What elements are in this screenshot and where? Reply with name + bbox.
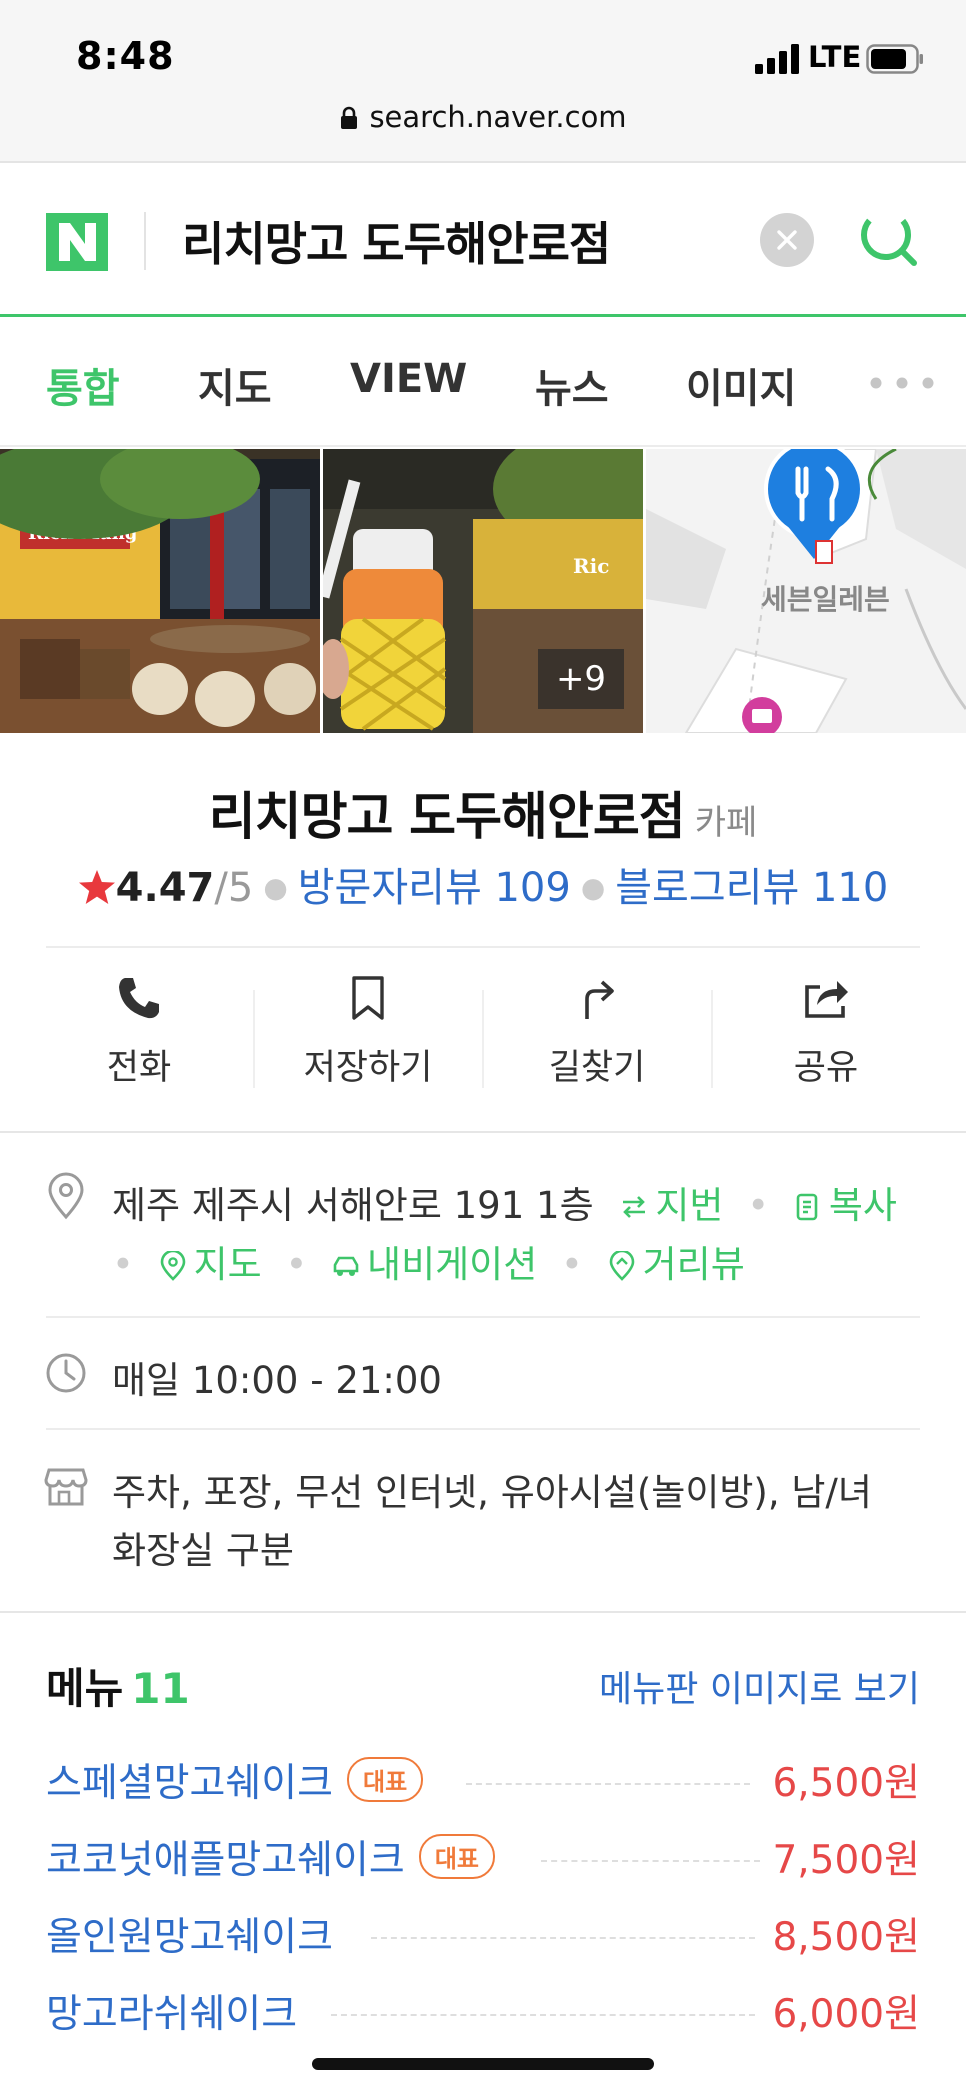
search-icon[interactable] bbox=[856, 205, 922, 271]
call-label: 전화 bbox=[106, 1048, 172, 1088]
map-link[interactable]: 지도 bbox=[146, 1243, 274, 1286]
business-hours[interactable]: 매일 10:00 - 21:00 bbox=[112, 1350, 442, 1404]
rating-row: 4.47/5 ● 방문자리뷰 109 ● 블로그리뷰 110 bbox=[0, 855, 966, 913]
map-thumbnail[interactable]: 세븐일레븐 bbox=[646, 449, 966, 733]
bookmark-icon bbox=[352, 976, 384, 1020]
sign-text-2: Ric bbox=[573, 554, 609, 578]
search-tabs bbox=[0, 319, 966, 447]
call-button[interactable]: 전화 bbox=[25, 975, 253, 1090]
more-tabs-icon[interactable] bbox=[868, 373, 938, 393]
menu-item-name: 코코넛애플망고쉐이크 bbox=[46, 1838, 405, 1883]
menu-item-price: 8,500원 bbox=[772, 1915, 920, 1960]
battery-icon bbox=[866, 44, 923, 74]
street-view-icon bbox=[609, 1251, 634, 1281]
photo-strip: Rich Mang Ric bbox=[0, 449, 966, 733]
street-view-link[interactable]: 거리뷰 bbox=[595, 1243, 745, 1286]
map-pin bbox=[764, 449, 864, 539]
naver-logo-icon[interactable] bbox=[46, 213, 108, 271]
place-category: 카페 bbox=[694, 803, 758, 843]
tab-map[interactable]: 지도 bbox=[198, 356, 272, 414]
save-button[interactable]: 저장하기 bbox=[254, 975, 482, 1090]
url-bar[interactable]: search.naver.com bbox=[0, 100, 966, 134]
place-header: 리치망고 도두해안로점 카페 bbox=[0, 775, 966, 849]
directions-label: 길찾기 bbox=[548, 1048, 646, 1088]
menu-item-price: 6,500원 bbox=[772, 1761, 920, 1806]
url-text: search.naver.com bbox=[369, 100, 627, 134]
logo-divider bbox=[144, 212, 146, 270]
menu-item[interactable]: 올인원망고쉐이크 8,500원 bbox=[46, 1906, 920, 1966]
share-button[interactable]: 공유 bbox=[712, 975, 940, 1090]
street-view-label: 거리뷰 bbox=[642, 1243, 745, 1286]
directions-button[interactable]: 길찾기 bbox=[483, 975, 711, 1090]
amenities-line-2: 화장실 구분 bbox=[112, 1529, 294, 1572]
amenities-line-1: 주차, 포장, 무선 인터넷, 유아시설(놀이방), 남/녀 bbox=[112, 1471, 872, 1514]
menu-item[interactable]: 스페셜망고쉐이크 대표 6,500원 bbox=[46, 1752, 920, 1812]
tab-integrated[interactable]: 통합 bbox=[46, 356, 120, 414]
tab-view[interactable]: VIEW bbox=[350, 356, 467, 402]
menu-item-price: 7,500원 bbox=[772, 1838, 920, 1883]
divider bbox=[46, 946, 920, 948]
star-icon bbox=[78, 870, 115, 904]
address-links-row: • 지도 • 내비게이션 • 거리뷰 bbox=[112, 1243, 745, 1286]
address-row: 제주 제주시 서해안로 191 1층 지번 • 복사 bbox=[112, 1184, 897, 1227]
menu-item[interactable]: 코코넛애플망고쉐이크 대표 7,500원 bbox=[46, 1829, 920, 1889]
clear-search-button[interactable] bbox=[760, 213, 814, 267]
menu-item[interactable]: 망고라쉬쉐이크 6,000원 bbox=[46, 1983, 920, 2043]
map-label: 세븐일레븐 bbox=[761, 583, 890, 616]
phone-icon bbox=[119, 978, 159, 1019]
menu-title: 메뉴 11 bbox=[46, 1655, 190, 1716]
menu-image-link[interactable]: 메뉴판 이미지로 보기 bbox=[599, 1660, 920, 1712]
tab-news[interactable]: 뉴스 bbox=[535, 356, 609, 414]
location-pin-icon bbox=[48, 1172, 84, 1220]
signature-badge: 대표 bbox=[347, 1757, 424, 1802]
menu-title-text: 메뉴 bbox=[46, 1664, 124, 1713]
clock-icon bbox=[46, 1353, 86, 1393]
visitor-reviews-link[interactable]: 방문자리뷰 109 bbox=[298, 865, 571, 911]
home-indicator[interactable] bbox=[312, 2058, 654, 2070]
lot-number-button[interactable]: 지번 bbox=[619, 1184, 735, 1227]
lot-number-label: 지번 bbox=[655, 1184, 724, 1227]
menu-count: 11 bbox=[131, 1664, 190, 1713]
browser-chrome: 8:48 LTE search.naver.com bbox=[0, 0, 966, 163]
menu-item-name: 올인원망고쉐이크 bbox=[46, 1915, 334, 1960]
status-time: 8:48 bbox=[76, 34, 175, 78]
car-icon bbox=[333, 1256, 359, 1276]
interior-photo[interactable]: Rich Mang bbox=[0, 449, 320, 733]
address-text: 제주 제주시 서해안로 191 1층 bbox=[112, 1184, 594, 1227]
search-input[interactable]: 리치망고 도두해안로점 bbox=[182, 208, 611, 274]
close-icon bbox=[777, 230, 797, 250]
share-label: 공유 bbox=[793, 1048, 859, 1088]
copy-icon bbox=[796, 1193, 818, 1221]
signal-icon bbox=[755, 44, 799, 74]
share-icon bbox=[805, 981, 848, 1018]
rating-max: /5 bbox=[214, 865, 254, 911]
blog-reviews-link[interactable]: 블로그리뷰 110 bbox=[615, 865, 888, 911]
map-link-label: 지도 bbox=[193, 1243, 262, 1286]
rating-value: 4.47 bbox=[115, 865, 215, 911]
menu-item-price: 6,000원 bbox=[772, 1992, 920, 2037]
menu-item-name: 스페셜망고쉐이크 bbox=[46, 1761, 334, 1806]
navigation-link[interactable]: 내비게이션 bbox=[319, 1243, 549, 1286]
network-label: LTE bbox=[808, 40, 862, 74]
more-photos-badge[interactable]: +9 bbox=[538, 649, 624, 709]
store-icon bbox=[44, 1468, 88, 1506]
lock-icon bbox=[341, 106, 358, 129]
save-label: 저장하기 bbox=[303, 1048, 433, 1088]
tab-images[interactable]: 이미지 bbox=[686, 356, 796, 414]
place-name[interactable]: 리치망고 도두해안로점 bbox=[209, 788, 686, 847]
menu-item-name: 망고라쉬쉐이크 bbox=[46, 1992, 298, 2037]
navigation-label: 내비게이션 bbox=[367, 1243, 538, 1286]
copy-label: 복사 bbox=[828, 1184, 897, 1227]
directions-icon bbox=[585, 980, 614, 1019]
swap-icon bbox=[623, 1196, 646, 1218]
map-pin-icon bbox=[160, 1251, 185, 1281]
copy-address-button[interactable]: 복사 bbox=[781, 1184, 897, 1227]
signature-badge: 대표 bbox=[418, 1834, 495, 1879]
